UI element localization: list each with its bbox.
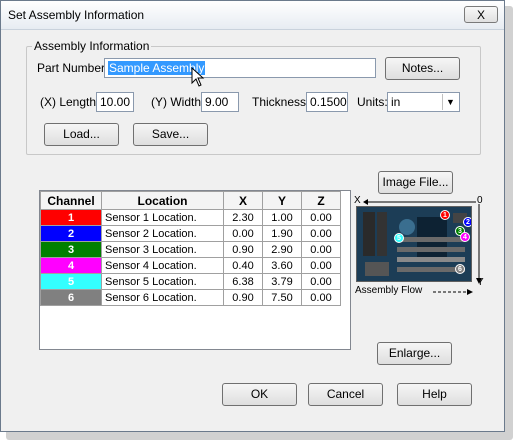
z-cell[interactable]: 0.00 bbox=[301, 225, 341, 242]
channel-cell[interactable]: 5 bbox=[40, 273, 102, 290]
width-label: (Y) Width: bbox=[151, 95, 205, 109]
chevron-down-icon[interactable]: ▼ bbox=[442, 94, 458, 110]
table-row[interactable]: 4 Sensor 4 Location. 0.40 3.60 0.00 bbox=[40, 257, 341, 274]
x-cell[interactable]: 0.40 bbox=[223, 257, 263, 274]
x-cell[interactable]: 6.38 bbox=[223, 273, 263, 290]
sensor-marker-6: 6 bbox=[455, 264, 465, 274]
col-header-z[interactable]: Z bbox=[301, 191, 341, 210]
table-row[interactable]: 6 Sensor 6 Location. 0.90 7.50 0.00 bbox=[40, 289, 341, 306]
location-cell[interactable]: Sensor 4 Location. bbox=[101, 257, 224, 274]
units-label: Units: bbox=[357, 95, 388, 109]
y-axis-arrow bbox=[476, 204, 482, 284]
close-button[interactable]: X bbox=[464, 6, 498, 23]
channel-cell[interactable]: 2 bbox=[40, 225, 102, 242]
mouse-cursor-icon bbox=[191, 67, 205, 87]
motherboard-graphic bbox=[357, 207, 471, 281]
axis-x-label: X bbox=[354, 195, 361, 206]
location-cell[interactable]: Sensor 3 Location. bbox=[101, 241, 224, 258]
thickness-field[interactable]: 0.1500 bbox=[306, 92, 348, 112]
ok-button[interactable]: OK bbox=[222, 383, 297, 406]
col-header-location[interactable]: Location bbox=[101, 191, 224, 210]
sensor-marker-1: 1 bbox=[440, 210, 450, 220]
z-cell[interactable]: 0.00 bbox=[301, 209, 341, 226]
col-header-x[interactable]: X bbox=[223, 191, 263, 210]
z-cell[interactable]: 0.00 bbox=[301, 289, 341, 306]
width-field[interactable]: 9.00 bbox=[201, 92, 239, 112]
window-title: Set Assembly Information bbox=[8, 8, 145, 22]
units-select[interactable]: in ▼ bbox=[387, 92, 460, 112]
sensor-marker-2: 2 bbox=[463, 217, 471, 227]
x-cell[interactable]: 0.90 bbox=[223, 241, 263, 258]
col-header-channel[interactable]: Channel bbox=[40, 191, 102, 210]
part-number-field[interactable]: Sample Assembly bbox=[104, 58, 376, 78]
y-cell[interactable]: 7.50 bbox=[262, 289, 302, 306]
assembly-image: 1 2 3 4 5 6 bbox=[356, 206, 472, 282]
y-cell[interactable]: 2.90 bbox=[262, 241, 302, 258]
y-cell[interactable]: 1.00 bbox=[262, 209, 302, 226]
sensor-marker-5: 5 bbox=[394, 233, 404, 243]
x-cell[interactable]: 0.00 bbox=[223, 225, 263, 242]
location-cell[interactable]: Sensor 1 Location. bbox=[101, 209, 224, 226]
notes-button[interactable]: Notes... bbox=[385, 57, 460, 80]
axis-y-label: Y bbox=[477, 277, 484, 288]
table-row[interactable]: 3 Sensor 3 Location. 0.90 2.90 0.00 bbox=[40, 241, 341, 258]
channel-cell[interactable]: 1 bbox=[40, 209, 102, 226]
cancel-button[interactable]: Cancel bbox=[308, 383, 383, 406]
load-button[interactable]: Load... bbox=[44, 123, 119, 146]
col-header-y[interactable]: Y bbox=[262, 191, 302, 210]
location-cell[interactable]: Sensor 5 Location. bbox=[101, 273, 224, 290]
sensor-marker-4: 4 bbox=[460, 232, 470, 242]
channel-cell[interactable]: 6 bbox=[40, 289, 102, 306]
assembly-flow-arrow bbox=[433, 289, 473, 295]
channel-cell[interactable]: 3 bbox=[40, 241, 102, 258]
channel-cell[interactable]: 4 bbox=[40, 257, 102, 274]
title-bar: Set Assembly Information X bbox=[1, 1, 504, 30]
x-axis-arrow bbox=[363, 199, 476, 205]
z-cell[interactable]: 0.00 bbox=[301, 241, 341, 258]
table-row[interactable]: 2 Sensor 2 Location. 0.00 1.90 0.00 bbox=[40, 225, 341, 242]
length-field[interactable]: 10.00 bbox=[96, 92, 134, 112]
table-row[interactable]: 1 Sensor 1 Location. 2.30 1.00 0.00 bbox=[40, 209, 341, 226]
z-cell[interactable]: 0.00 bbox=[301, 273, 341, 290]
dialog-window: Set Assembly Information X Assembly Info… bbox=[0, 0, 505, 432]
units-value: in bbox=[391, 95, 401, 109]
length-label: (X) Length: bbox=[40, 95, 100, 109]
table-row[interactable]: 5 Sensor 5 Location. 6.38 3.79 0.00 bbox=[40, 273, 341, 290]
x-cell[interactable]: 0.90 bbox=[223, 289, 263, 306]
thickness-label: Thickness: bbox=[252, 95, 310, 109]
enlarge-button[interactable]: Enlarge... bbox=[377, 342, 452, 365]
z-cell[interactable]: 0.00 bbox=[301, 257, 341, 274]
location-cell[interactable]: Sensor 2 Location. bbox=[101, 225, 224, 242]
x-cell[interactable]: 2.30 bbox=[223, 209, 263, 226]
help-button[interactable]: Help bbox=[397, 383, 472, 406]
assembly-flow-label: Assembly Flow bbox=[355, 285, 423, 296]
sensor-table: Channel Location X Y Z 1 Sensor 1 Locatio… bbox=[40, 191, 341, 306]
y-cell[interactable]: 1.90 bbox=[262, 225, 302, 242]
table-header-row: Channel Location X Y Z bbox=[40, 191, 341, 210]
image-file-button[interactable]: Image File... bbox=[378, 171, 453, 194]
part-number-label: Part Number: bbox=[37, 61, 109, 75]
y-cell[interactable]: 3.79 bbox=[262, 273, 302, 290]
assembly-info-group-label: Assembly Information bbox=[32, 39, 152, 53]
save-button[interactable]: Save... bbox=[133, 123, 208, 146]
y-cell[interactable]: 3.60 bbox=[262, 257, 302, 274]
location-cell[interactable]: Sensor 6 Location. bbox=[101, 289, 224, 306]
